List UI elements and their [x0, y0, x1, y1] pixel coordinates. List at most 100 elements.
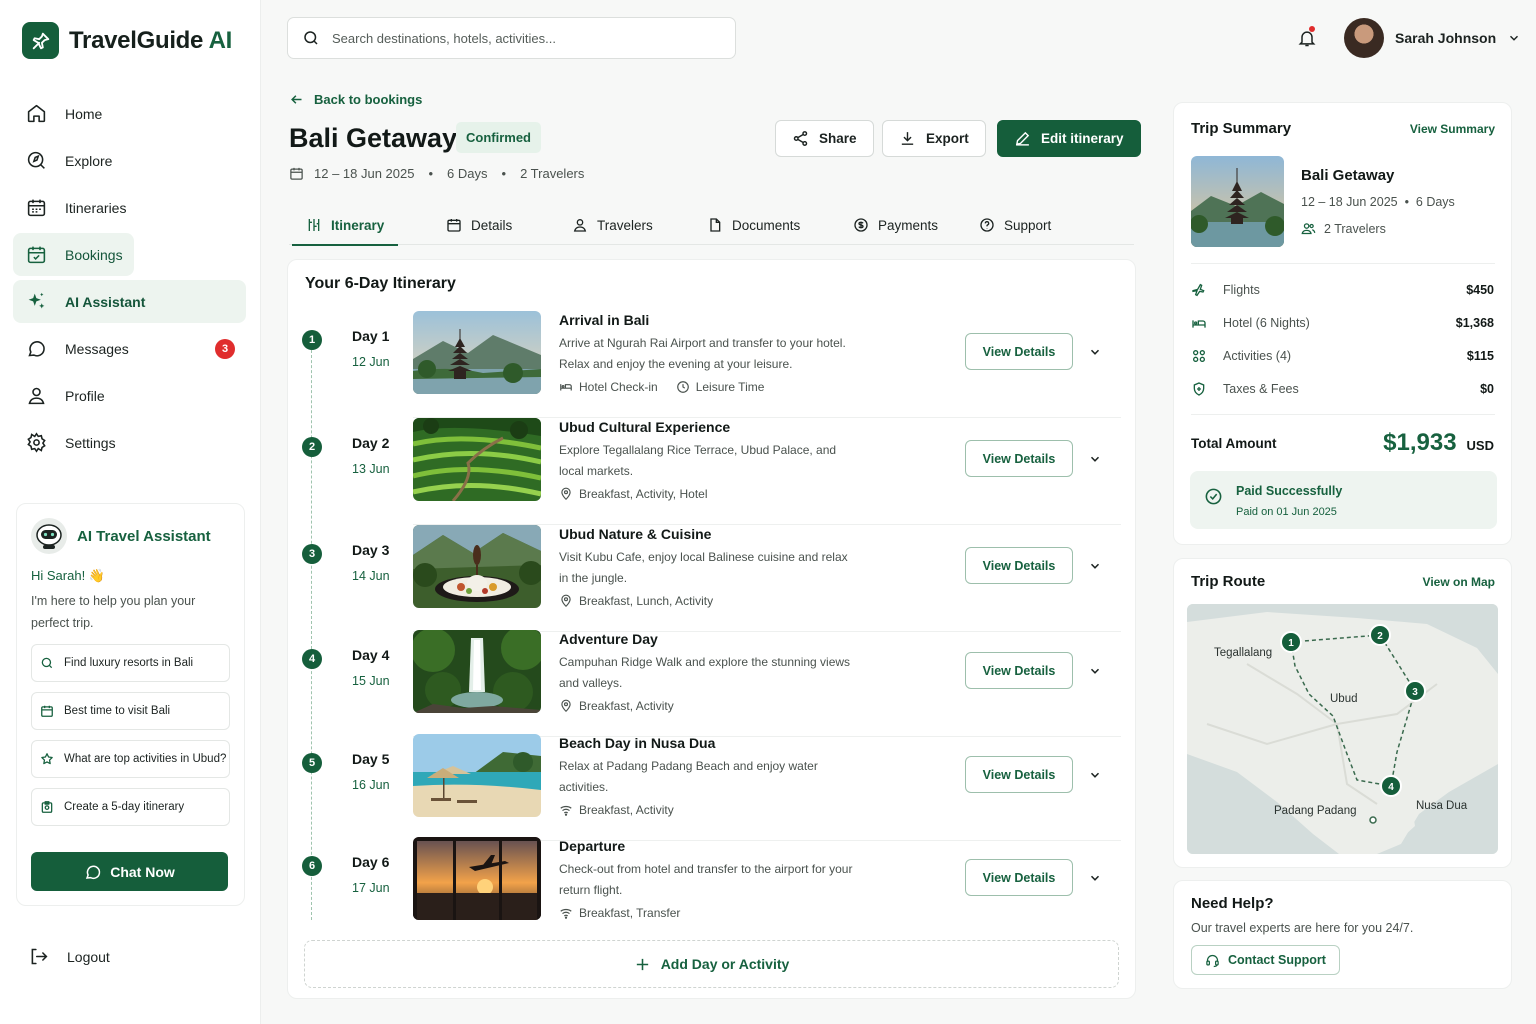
suggestion-chip[interactable]: What are top activities in Ubud?: [31, 740, 230, 778]
tab-documents[interactable]: Documents: [707, 205, 800, 245]
nav-item-messages[interactable]: Messages 3: [13, 327, 246, 370]
calendar-icon: [447, 219, 461, 232]
user-menu[interactable]: Sarah Johnson: [1344, 18, 1521, 58]
share-button[interactable]: Share: [775, 120, 874, 157]
chat-now-button[interactable]: Chat Now: [31, 852, 228, 891]
day-photo-beach[interactable]: [413, 734, 541, 817]
paid-title: Paid Successfully: [1236, 484, 1343, 498]
add-day-button[interactable]: Add Day or Activity: [304, 940, 1119, 988]
day-tag: Breakfast, Activity: [579, 803, 674, 817]
summary-meta: 12 – 18 Jun 2025 • 6 Days: [1301, 195, 1455, 209]
nav-item-itineraries[interactable]: Itineraries: [13, 186, 246, 229]
edit-label: Edit itinerary: [1041, 131, 1124, 146]
total-label: Total Amount: [1191, 436, 1277, 451]
activities-icon: [1191, 348, 1223, 364]
app-logo[interactable]: TravelGuide AI: [22, 22, 232, 59]
map-stop-3[interactable]: 3: [1404, 680, 1426, 702]
cost-label: Hotel (6 Nights): [1223, 316, 1310, 330]
search-icon: [41, 657, 53, 669]
chevron-down-icon[interactable]: [1088, 345, 1102, 359]
nav-item-bookings[interactable]: Bookings: [13, 233, 134, 276]
notification-dot: [1309, 26, 1315, 32]
map-stop-2[interactable]: 2: [1369, 624, 1391, 646]
tab-itinerary[interactable]: Itinerary: [291, 205, 399, 246]
payment-status: Paid Successfully Paid on 01 Jun 2025: [1190, 471, 1497, 529]
back-to-bookings-link[interactable]: Back to bookings: [289, 92, 422, 107]
tab-label: Support: [1004, 217, 1052, 233]
map-stop-4[interactable]: 4: [1380, 775, 1402, 797]
cost-row-taxes: Taxes & Fees $0: [1191, 379, 1494, 399]
day-title: Departure: [559, 838, 626, 854]
day-photo-waterfall[interactable]: [413, 630, 541, 713]
view-on-map-link[interactable]: View on Map: [1423, 575, 1495, 589]
plus-icon: [636, 958, 648, 970]
edit-itinerary-button[interactable]: Edit itinerary: [997, 120, 1141, 157]
day-row: 4 Day 4 15 Jun Adventure Day Campuhan Ri…: [288, 630, 1137, 737]
bed-icon: [1191, 315, 1223, 331]
view-details-button[interactable]: View Details: [965, 859, 1073, 896]
suggestion-chip[interactable]: Create a 5-day itinerary: [31, 788, 230, 826]
day-photo-airport[interactable]: [413, 837, 541, 920]
day-number: 2: [302, 437, 322, 457]
view-details-button[interactable]: View Details: [965, 440, 1073, 477]
headset-icon: [1206, 954, 1219, 967]
logout-label: Logout: [67, 948, 110, 965]
nav-label: AI Assistant: [65, 293, 146, 310]
day-row: 3 Day 3 14 Jun Ubud Nature & Cuisine Vis…: [288, 525, 1137, 632]
logout-icon: [31, 948, 48, 965]
map-stop-number: 2: [1377, 631, 1383, 642]
home-icon: [27, 104, 46, 123]
nav-item-explore[interactable]: Explore: [13, 139, 246, 182]
view-details-button[interactable]: View Details: [965, 652, 1073, 689]
nav-item-ai-assistant[interactable]: AI Assistant: [13, 280, 246, 323]
chevron-down-icon[interactable]: [1088, 664, 1102, 678]
route-map[interactable]: 1 2 3 4 Tegallalang Ubud Padang Padang N…: [1187, 604, 1498, 854]
search-input[interactable]: Search destinations, hotels, activities.…: [287, 17, 736, 59]
map-label-nusa-dua: Nusa Dua: [1416, 800, 1468, 812]
nav-item-home[interactable]: Home: [13, 92, 246, 135]
day-date: 13 Jun: [352, 462, 390, 476]
tab-details[interactable]: Details: [446, 205, 512, 245]
arrow-left-icon: [291, 95, 302, 104]
export-label: Export: [926, 131, 969, 146]
suggestion-label: Find luxury resorts in Bali: [64, 657, 194, 669]
view-details-button[interactable]: View Details: [965, 756, 1073, 793]
notifications-button[interactable]: [1297, 26, 1317, 49]
day-photo-temple[interactable]: [413, 311, 541, 394]
day-label: Day 5: [352, 751, 390, 767]
tab-payments[interactable]: Payments: [853, 205, 938, 245]
calendar-icon: [41, 705, 53, 717]
day-number: 6: [302, 856, 322, 876]
view-summary-link[interactable]: View Summary: [1410, 122, 1495, 136]
gear-icon: [27, 432, 46, 453]
chevron-down-icon[interactable]: [1088, 452, 1102, 466]
help-card: Need Help? Our travel experts are here f…: [1173, 880, 1512, 989]
map-stop-1[interactable]: 1: [1280, 631, 1302, 653]
chevron-down-icon[interactable]: [1088, 768, 1102, 782]
suggestion-chip[interactable]: Find luxury resorts in Bali: [31, 644, 230, 682]
tab-support[interactable]: Support: [979, 205, 1051, 245]
export-button[interactable]: Export: [882, 120, 986, 157]
map-stop-number: 4: [1388, 782, 1394, 793]
day-title: Ubud Nature & Cuisine: [559, 526, 712, 542]
tab-label: Details: [471, 217, 513, 233]
chevron-down-icon[interactable]: [1088, 871, 1102, 885]
day-photo-cuisine[interactable]: [413, 525, 541, 608]
nav-item-profile[interactable]: Profile: [13, 374, 246, 417]
suggestion-chip[interactable]: Best time to visit Bali: [31, 692, 230, 730]
nav-item-settings[interactable]: Settings: [13, 421, 246, 464]
view-details-button[interactable]: View Details: [965, 547, 1073, 584]
day-tags: Hotel Check-in Leisure Time: [559, 380, 764, 394]
location-pin-icon: [561, 594, 571, 608]
assistant-intro: I'm here to help you plan your perfect t…: [31, 594, 196, 630]
robot-icon: [31, 518, 67, 554]
view-details-button[interactable]: View Details: [965, 333, 1073, 370]
contact-support-button[interactable]: Contact Support: [1191, 945, 1340, 975]
contact-support-label: Contact Support: [1228, 953, 1326, 967]
logout-button[interactable]: Logout: [28, 946, 110, 967]
pencil-icon: [1015, 131, 1030, 146]
chevron-down-icon[interactable]: [1088, 559, 1102, 573]
back-label: Back to bookings: [314, 92, 423, 107]
tab-travelers[interactable]: Travelers: [572, 205, 653, 245]
day-photo-rice-terrace[interactable]: [413, 418, 541, 501]
